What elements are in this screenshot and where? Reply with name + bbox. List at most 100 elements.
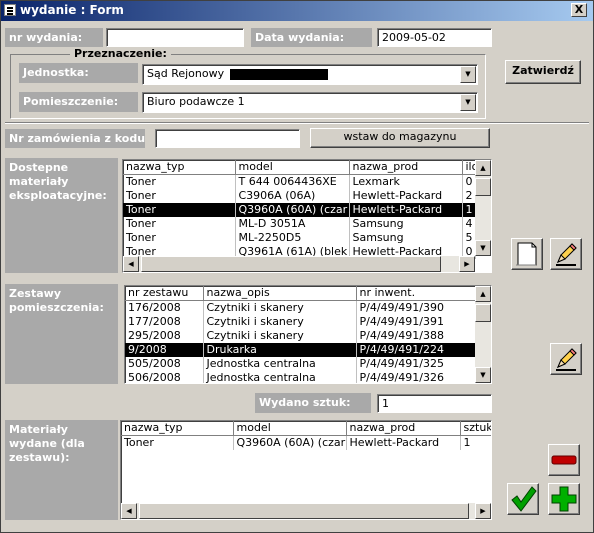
table-cell: Q3960A (60A) (czar	[233, 435, 347, 450]
table-cell: ML-2250D5	[235, 231, 350, 245]
scroll-left-icon[interactable]: ◀	[123, 256, 139, 272]
data-wydania-label: Data wydania:	[251, 28, 372, 47]
pencil-icon	[556, 243, 577, 266]
table-cell: Jednostka centralna	[203, 371, 357, 383]
jednostka-value: Sąd Rejonowy	[147, 67, 225, 80]
order-label: Nr zamówienia z kodu:	[5, 129, 145, 148]
chevron-down-icon[interactable]: ▼	[460, 66, 476, 83]
order-field[interactable]	[155, 129, 300, 148]
table-cell: P/4/49/491/326	[356, 371, 476, 383]
table-cell: Toner	[123, 203, 236, 217]
chevron-down-icon[interactable]: ▼	[460, 94, 476, 111]
scroll-up-icon[interactable]: ▲	[475, 160, 491, 176]
table-cell: 506/2008	[125, 371, 204, 383]
scroll-down-icon[interactable]: ▼	[475, 367, 491, 383]
table-cell: 5	[462, 231, 476, 245]
issued-grid[interactable]: nazwa_typ model nazwa_prod sztuk Toner Q3960…	[120, 420, 492, 520]
close-button[interactable]: X	[571, 3, 587, 17]
table-cell: Toner	[123, 231, 236, 245]
table-cell: P/4/49/491/224	[356, 343, 476, 357]
sets-column-header[interactable]: nr inwent.	[356, 286, 476, 301]
confirm-button[interactable]: Zatwierdź	[505, 60, 581, 84]
pomieszczenie-combo[interactable]: Biuro podawcze 1 ▼	[142, 92, 478, 113]
table-cell: C3906A (06A)	[235, 189, 350, 203]
materials-column-header[interactable]: nazwa_prod	[349, 160, 463, 175]
materials-grid[interactable]: nazwa_typmodelnazwa_prodilo TonerT 644 0…	[122, 159, 492, 273]
table-cell: Toner	[123, 189, 236, 203]
table-cell: P/4/49/491/388	[356, 329, 476, 343]
table-cell: 9/2008	[125, 343, 204, 357]
sets-column-header[interactable]: nazwa_opis	[203, 286, 357, 301]
table-cell: Toner	[121, 435, 234, 450]
table-cell: Samsung	[349, 217, 463, 231]
table-row[interactable]: Toner ML-2250D5 Samsung 5	[123, 231, 476, 245]
issued-hscrollbar[interactable]: ◀ ▶	[121, 503, 491, 519]
remove-button[interactable]	[548, 444, 580, 476]
nr-wydania-label: nr wydania:	[5, 28, 103, 47]
new-document-icon	[516, 242, 537, 266]
add-button[interactable]	[548, 483, 580, 515]
scroll-down-icon[interactable]: ▼	[475, 240, 491, 256]
table-cell: P/4/49/491/390	[356, 300, 476, 315]
issued-count-label: Wydano sztuk:	[255, 393, 371, 413]
table-row[interactable]: Toner Q3960A (60A) (czar Hewlett-Packard 1	[123, 203, 476, 217]
table-row[interactable]: 505/2008 Jednostka centralna P/4/49/491/32…	[125, 357, 476, 371]
table-cell: P/4/49/491/325	[356, 357, 476, 371]
scroll-up-icon[interactable]: ▲	[475, 286, 491, 302]
table-cell: Jednostka centralna	[203, 357, 357, 371]
table-row[interactable]: Toner Q3960A (60A) (czar Hewlett-Packard 1	[121, 435, 491, 450]
table-cell: Hewlett-Packard	[349, 203, 463, 217]
jednostka-label: Jednostka:	[19, 63, 138, 83]
scroll-thumb[interactable]	[139, 503, 469, 519]
materials-hscrollbar[interactable]: ◀ ▶	[123, 256, 475, 272]
edit-set-button[interactable]	[550, 343, 582, 375]
table-cell: Hewlett-Packard	[349, 189, 463, 203]
nr-wydania-field[interactable]	[106, 28, 244, 47]
scroll-left-icon[interactable]: ◀	[121, 503, 137, 519]
issued-column-header[interactable]: model	[233, 421, 347, 436]
table-cell: Toner	[123, 174, 236, 189]
table-row[interactable]: Toner T 644 0064436XE Lexmark 0	[123, 174, 476, 189]
sets-scrollbar[interactable]: ▲ ▼	[475, 286, 491, 383]
sets-column-header[interactable]: nr zestawu	[125, 286, 204, 301]
sets-grid[interactable]: nr zestawu nazwa_opis nr inwent. 176/2008 C…	[124, 285, 492, 384]
materials-column-header[interactable]: ilo	[462, 160, 476, 175]
data-wydania-field[interactable]: 2009-05-02	[377, 28, 492, 47]
edit-material-button[interactable]	[550, 238, 582, 270]
table-cell: Q3960A (60A) (czar	[235, 203, 350, 217]
scroll-right-icon[interactable]: ▶	[475, 503, 491, 519]
table-row[interactable]: 176/2008 Czytniki i skanery P/4/49/491/390	[125, 300, 476, 315]
table-cell: 176/2008	[125, 300, 204, 315]
plus-icon	[551, 486, 577, 512]
table-row[interactable]: 177/2008 Czytniki i skanery P/4/49/491/391	[125, 315, 476, 329]
przeznaczenie-legend: Przeznaczenie:	[70, 47, 171, 60]
scroll-thumb[interactable]	[141, 256, 441, 272]
issued-column-header[interactable]: nazwa_typ	[121, 421, 234, 436]
accept-button[interactable]	[507, 483, 539, 515]
sets-label: Zestawy pomieszczenia:	[5, 284, 118, 384]
scroll-thumb[interactable]	[475, 304, 491, 322]
pencil-icon	[556, 348, 577, 371]
scroll-right-icon[interactable]: ▶	[459, 256, 475, 272]
table-row[interactable]: Toner C3906A (06A) Hewlett-Packard 2	[123, 189, 476, 203]
issued-count-field[interactable]: 1	[377, 394, 492, 413]
checkmark-icon	[511, 486, 537, 512]
materials-column-header[interactable]: model	[235, 160, 350, 175]
materials-label: Dostepne materiały eksploatacyjne:	[5, 158, 118, 273]
table-cell: Hewlett-Packard	[346, 435, 461, 450]
table-cell: Samsung	[349, 231, 463, 245]
issued-column-header[interactable]: sztuk	[460, 421, 491, 436]
materials-column-header[interactable]: nazwa_typ	[123, 160, 236, 175]
scroll-thumb[interactable]	[475, 178, 491, 196]
jednostka-combo[interactable]: Sąd Rejonowy ▼	[142, 64, 478, 85]
table-row[interactable]: Toner ML-D 3051A Samsung 4	[123, 217, 476, 231]
table-row[interactable]: 295/2008 Czytniki i skanery P/4/49/491/388	[125, 329, 476, 343]
insert-to-warehouse-button[interactable]: wstaw do magazynu	[310, 128, 490, 148]
new-record-button[interactable]	[511, 238, 543, 270]
table-row[interactable]: 9/2008 Drukarka P/4/49/491/224	[125, 343, 476, 357]
issued-column-header[interactable]: nazwa_prod	[346, 421, 461, 436]
table-row[interactable]: 506/2008 Jednostka centralna P/4/49/491/32…	[125, 371, 476, 383]
redacted-block	[229, 68, 328, 80]
materials-scrollbar[interactable]: ▲ ▼	[475, 160, 491, 256]
table-cell: Drukarka	[203, 343, 357, 357]
